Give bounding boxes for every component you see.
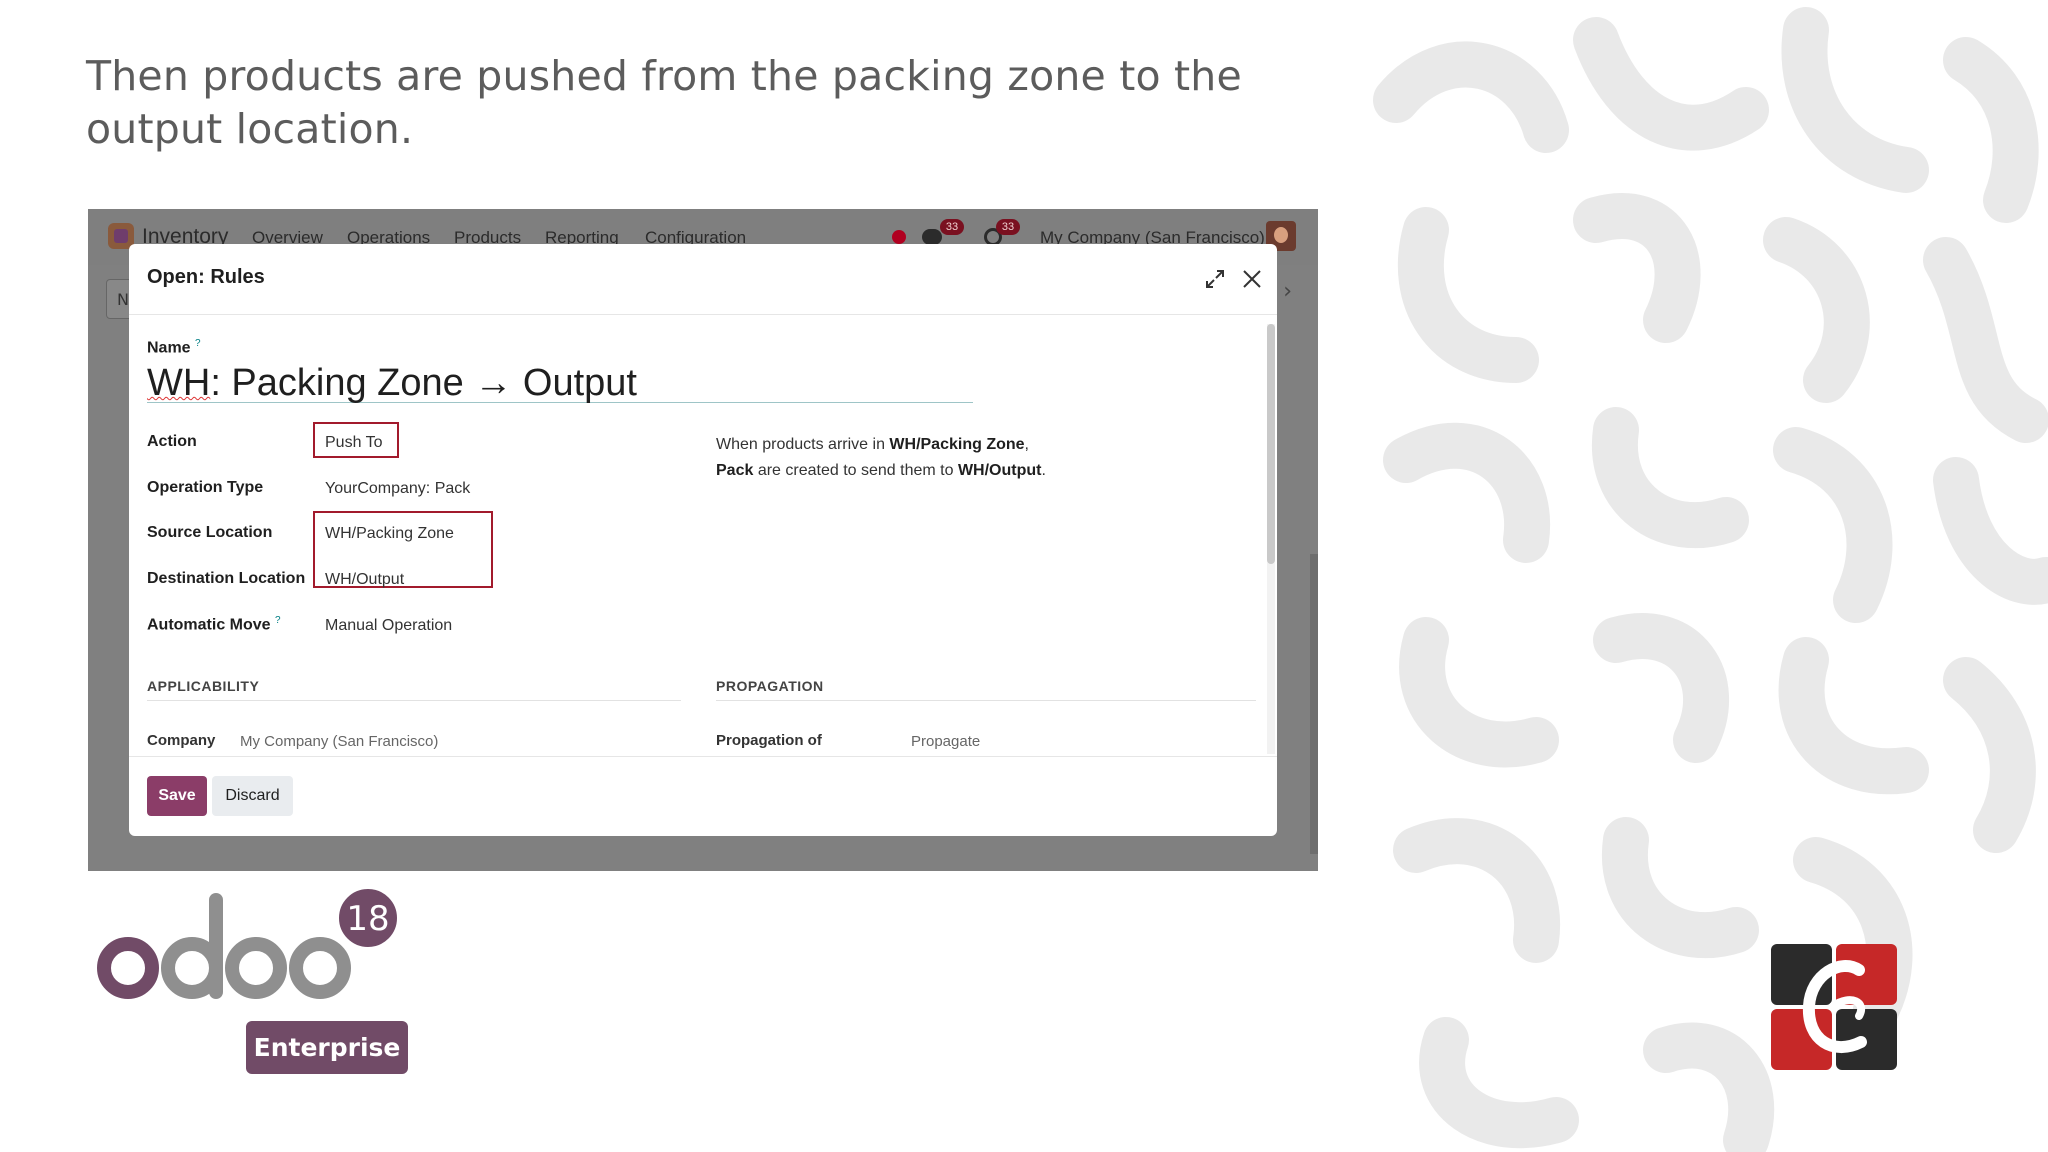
rule-help-text: When products arrive in WH/Packing Zone,… [716,436,1046,479]
propagation-divider [716,700,1256,701]
operation-type-field[interactable]: YourCompany: Pack [325,480,470,498]
chevron-right-icon[interactable]: › [1283,279,1292,304]
odoo-version-badge: 18 [346,899,389,939]
applicability-divider [147,700,681,701]
source-location-label: Source Location [147,524,273,541]
name-value-prefix: WH [147,362,211,404]
slide-heading: Then products are pushed from the packin… [86,52,1242,153]
dialog-title: Open: Rules [147,266,265,288]
activity-badge: 33 [996,219,1020,235]
applicability-section-title: APPLICABILITY [147,678,260,694]
dialog-scrollbar[interactable] [1267,324,1275,754]
dialog-header: Open: Rules [129,244,1277,315]
dialog-footer: Save Discard [129,756,1277,836]
company-label: Company [147,732,216,749]
automatic-move-label: Automatic Move ? [147,615,281,634]
save-button[interactable]: Save [147,776,207,816]
rules-dialog: Open: Rules Name ? WH: Packing Zone → Ou… [129,244,1277,836]
dialog-body: Name ? WH: Packing Zone → Output Action … [129,316,1277,756]
close-icon[interactable] [1239,266,1265,292]
name-help-icon[interactable]: ? [195,338,201,349]
chat-badge: 33 [940,219,964,235]
propagation-field[interactable]: Propagate [911,733,980,750]
name-label: Name ? [147,338,201,357]
propagation-label: Propagation of [716,732,822,749]
action-label: Action [147,433,197,450]
status-dot-icon[interactable] [892,230,906,244]
discard-button[interactable]: Discard [212,776,293,816]
background-scrollbar [1310,554,1318,854]
expand-icon[interactable] [1204,268,1226,290]
automatic-move-field[interactable]: Manual Operation [325,617,452,635]
destination-location-label: Destination Location [147,570,306,587]
new-button-label: N [117,290,129,309]
decorative-pattern [1366,0,2048,1152]
enterprise-badge: Enterprise [246,1021,408,1074]
operation-type-label: Operation Type [147,479,264,496]
source-location-field[interactable]: WH/Packing Zone [325,525,454,543]
name-value-rest: : Packing Zone → Output [210,362,637,404]
partner-logo [1771,944,1897,1070]
automatic-move-help-icon[interactable]: ? [275,615,281,626]
propagation-section-title: PROPAGATION [716,678,824,694]
name-field[interactable]: WH: Packing Zone → Output [147,363,973,403]
action-select[interactable]: Push To [325,434,383,452]
scrollbar-thumb[interactable] [1267,324,1275,564]
company-field[interactable]: My Company (San Francisco) [240,733,438,750]
destination-location-field[interactable]: WH/Output [325,571,404,589]
chat-icon[interactable] [922,229,942,245]
